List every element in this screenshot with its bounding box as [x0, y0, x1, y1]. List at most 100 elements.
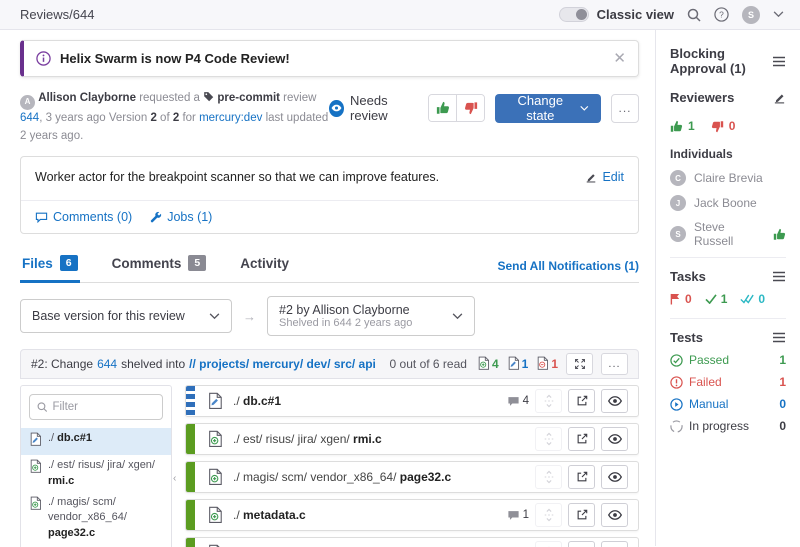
test-row-inprogress[interactable]: In progress0	[670, 419, 786, 433]
file-tree-list: ./ db.c#1./ est/ risus/ jira/ xgen/ rmi.…	[21, 428, 171, 547]
branch-link[interactable]: mercury:dev	[199, 112, 262, 124]
announcement-banner: Helix Swarm is now P4 Code Review! ✕	[20, 40, 639, 77]
files-count-badge: 6	[60, 255, 78, 271]
test-count: 1	[779, 375, 786, 389]
pane-splitter[interactable]: ‹ ‹	[172, 385, 185, 547]
test-row-manual[interactable]: Manual0	[670, 397, 786, 411]
test-count: 1	[779, 353, 786, 367]
deleted-files-count: 1	[536, 356, 558, 373]
author-name[interactable]: Allison Clayborne	[38, 92, 136, 104]
help-icon[interactable]: ?	[714, 7, 729, 22]
file-row[interactable]: ./ magis/ scm/ vendor_x86_64/ page32.c	[185, 461, 639, 493]
fullscreen-button[interactable]	[566, 353, 593, 375]
collapse-handle-icon[interactable]: ‹	[173, 473, 176, 484]
expand-diff-icon	[543, 432, 555, 446]
reviewer-item[interactable]: JJack Boone	[670, 195, 786, 211]
open-file-button[interactable]	[568, 389, 595, 413]
tasks-section: Tasks 0 1 0	[670, 257, 786, 306]
reviewers-header: Reviewers	[670, 90, 786, 105]
tree-item[interactable]: ./ db.c#1	[21, 428, 171, 455]
downvotes: 0	[711, 119, 736, 133]
topbar-actions: Classic view ? S	[559, 6, 784, 24]
row-comment-count[interactable]: 4	[507, 395, 529, 407]
change-type-bar	[186, 386, 195, 416]
file-edit-icon	[207, 392, 223, 410]
top-bar: Reviews/644 Classic view ? S	[0, 0, 800, 30]
file-row[interactable]: ./ est/ risus/ jira/ xgen/ rmi.c	[185, 423, 639, 455]
open-file-button[interactable]	[568, 541, 595, 547]
test-row-failed[interactable]: Failed1	[670, 375, 786, 389]
change-type-bar	[186, 538, 195, 547]
change-id-link[interactable]: 644	[97, 357, 117, 371]
tree-item[interactable]: ./ magis/ scm/ vendor_x86_64/ page32.c	[21, 492, 171, 544]
individuals-list: CClaire Brevia JJack Boone SSteve Russell	[670, 170, 786, 248]
mark-read-button[interactable]	[601, 389, 628, 413]
comments-label: Comments (0)	[53, 210, 132, 224]
base-version-select[interactable]: Base version for this review	[20, 299, 232, 333]
jobs-link[interactable]: Jobs (1)	[150, 210, 212, 224]
thumbs-down-button[interactable]	[456, 95, 484, 121]
in-progress-icon	[670, 420, 683, 433]
edit-label: Edit	[602, 170, 624, 184]
chevron-down-icon	[209, 313, 220, 320]
list-menu-icon[interactable]	[772, 56, 786, 67]
eye-icon	[608, 472, 622, 482]
comments-link[interactable]: Comments (0)	[35, 210, 132, 224]
edit-link[interactable]: Edit	[585, 170, 624, 184]
tasks-menu-icon[interactable]	[772, 271, 786, 282]
expand-diff-button	[535, 389, 562, 413]
target-version-select[interactable]: #2 by Allison Clayborne Shelved in 644 2…	[267, 296, 475, 336]
review-id-link[interactable]: 644	[20, 112, 39, 124]
tab-files[interactable]: Files 6	[20, 249, 80, 283]
mark-read-button[interactable]	[601, 541, 628, 547]
reviewer-avatar: J	[670, 195, 686, 211]
classic-view-toggle[interactable]	[559, 7, 589, 22]
file-add-icon	[207, 506, 223, 524]
mark-read-button[interactable]	[601, 503, 628, 527]
edit-reviewers-icon[interactable]	[773, 91, 786, 104]
chevron-down-icon[interactable]	[773, 11, 784, 18]
close-icon[interactable]: ✕	[613, 51, 626, 66]
file-row[interactable]: ./ db.c#14	[185, 385, 639, 417]
reviewer-name: Claire Brevia	[694, 171, 763, 185]
failed-icon	[670, 376, 683, 389]
open-file-button[interactable]	[568, 465, 595, 489]
jobs-label: Jobs (1)	[167, 210, 212, 224]
thumbs-up-button[interactable]	[429, 95, 457, 121]
open-file-button[interactable]	[568, 503, 595, 527]
row-comment-count[interactable]: 1	[507, 509, 529, 521]
mark-read-button[interactable]	[601, 427, 628, 451]
tests-menu-icon[interactable]	[772, 332, 786, 343]
send-notifications-link[interactable]: Send All Notifications (1)	[497, 259, 639, 282]
change-type-bar	[186, 424, 195, 454]
reviewer-item[interactable]: CClaire Brevia	[670, 170, 786, 186]
reviewer-item[interactable]: SSteve Russell	[670, 220, 786, 248]
file-row[interactable]: ./ stub.c	[185, 537, 639, 547]
tree-item[interactable]: ./ est/ risus/ jira/ xgen/ rmi.c	[21, 455, 171, 492]
file-row[interactable]: ./ metadata.c1	[185, 499, 639, 531]
tab-comments[interactable]: Comments 5	[110, 249, 209, 283]
meta-text: of	[160, 112, 170, 124]
mark-read-button[interactable]	[601, 465, 628, 489]
breadcrumb[interactable]: Reviews/644	[20, 7, 94, 22]
change-state-button[interactable]: Change state	[495, 94, 601, 123]
more-files-button[interactable]: ...	[601, 353, 628, 375]
test-row-passed[interactable]: Passed1	[670, 353, 786, 367]
user-avatar[interactable]: S	[742, 6, 760, 24]
change-path-link[interactable]: // projects/ mercury/ dev/ src/ api	[189, 357, 376, 371]
more-actions-button[interactable]: ...	[611, 94, 639, 123]
review-meta: A Allison Clayborne requested a pre-comm…	[20, 90, 639, 145]
description-card: Worker actor for the breakpoint scanner …	[20, 156, 639, 234]
check-icon	[705, 294, 717, 304]
open-file-button[interactable]	[568, 427, 595, 451]
needs-review-icon	[329, 100, 344, 117]
tree-item-path: ./ magis/ scm/ vendor_x86_64/ page32.c	[48, 495, 163, 541]
expand-diff-icon	[543, 470, 555, 484]
filter-input[interactable]	[52, 401, 155, 413]
meta-text: for	[182, 112, 195, 124]
arrow-right-icon: →	[243, 309, 256, 324]
flagged-tasks: 0	[670, 292, 692, 306]
tab-activity[interactable]: Activity	[238, 250, 291, 283]
search-icon[interactable]	[687, 8, 701, 22]
upvotes: 1	[670, 119, 695, 133]
